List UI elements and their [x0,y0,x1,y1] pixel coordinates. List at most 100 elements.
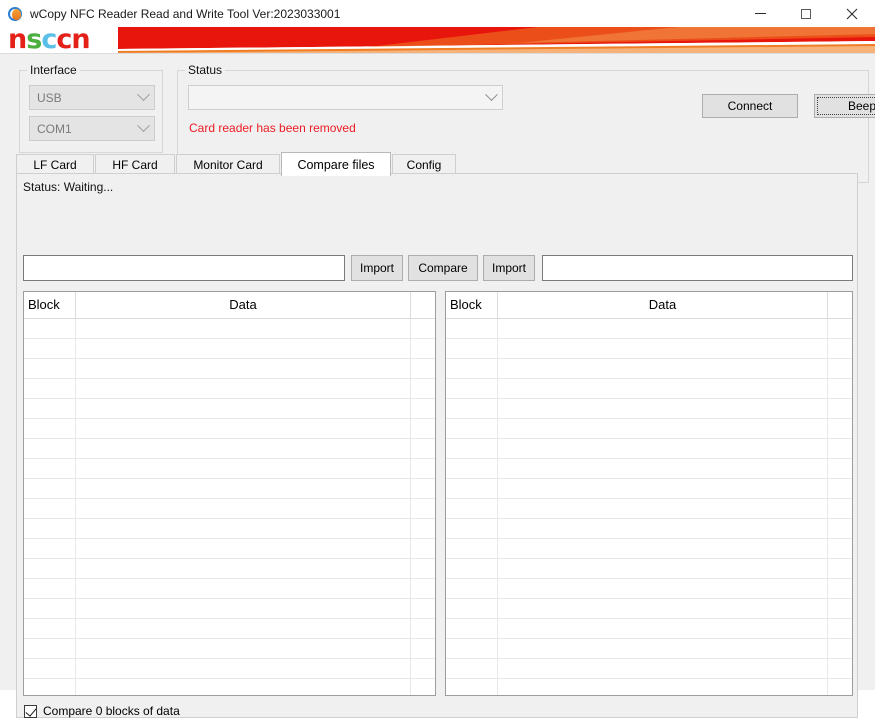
left-cell-block [24,359,76,378]
table-row[interactable] [24,519,435,539]
left-cell-block [24,659,76,678]
right-cell-block [446,399,498,418]
connect-button[interactable]: Connect [702,94,798,118]
table-row[interactable] [446,539,852,559]
right-cell-block [446,519,498,538]
left-cell-block [24,439,76,458]
table-row[interactable] [446,319,852,339]
right-cell-block [446,359,498,378]
tab-lf-card[interactable]: LF Card [16,154,94,175]
interface-type-value: USB [30,91,132,105]
left-cell-data [76,499,411,518]
table-row[interactable] [446,599,852,619]
table-row[interactable] [446,459,852,479]
table-row[interactable] [446,679,852,696]
table-row[interactable] [446,419,852,439]
right-cell-block [446,499,498,518]
right-col-block: Block [446,292,498,318]
table-row[interactable] [24,339,435,359]
table-row[interactable] [24,619,435,639]
table-row[interactable] [24,359,435,379]
right-cell-extra [828,499,852,518]
tab-label: HF Card [112,158,157,172]
import-left-button[interactable]: Import [351,255,403,281]
left-col-data: Data [76,292,411,318]
right-cell-extra [828,439,852,458]
table-row[interactable] [24,639,435,659]
table-row[interactable] [446,499,852,519]
right-cell-block [446,379,498,398]
table-row[interactable] [446,339,852,359]
table-row[interactable] [446,659,852,679]
table-row[interactable] [24,379,435,399]
table-row[interactable] [24,399,435,419]
minimize-icon [755,13,766,14]
right-col-extra [828,292,852,318]
table-row[interactable] [24,459,435,479]
table-row[interactable] [446,359,852,379]
table-row[interactable] [446,619,852,639]
left-cell-extra [411,679,435,696]
table-row[interactable] [24,499,435,519]
table-row[interactable] [446,399,852,419]
tab-config[interactable]: Config [392,154,456,175]
table-row[interactable] [446,519,852,539]
compare-blocks-checkbox[interactable]: Compare 0 blocks of data [24,704,180,718]
table-row[interactable] [24,559,435,579]
table-row[interactable] [24,439,435,459]
table-row[interactable] [24,479,435,499]
interface-port-combo[interactable]: COM1 [29,116,155,141]
interface-type-combo[interactable]: USB [29,85,155,110]
table-row[interactable] [24,659,435,679]
table-row[interactable] [446,439,852,459]
compare-button[interactable]: Compare [408,255,478,281]
tab-monitor-card[interactable]: Monitor Card [176,154,280,175]
logo-letter-3: c [56,27,71,53]
checkbox-box[interactable] [24,705,37,718]
minimize-button[interactable] [737,0,783,27]
table-row[interactable] [446,559,852,579]
table-row[interactable] [24,579,435,599]
left-data-grid[interactable]: Block Data [23,291,436,696]
status-message: Card reader has been removed [189,121,356,135]
table-row[interactable] [24,679,435,696]
beep-button[interactable]: Beep [814,94,875,118]
right-cell-data [498,399,828,418]
status-combo[interactable] [188,85,503,110]
tab-hf-card[interactable]: HF Card [95,154,175,175]
right-cell-extra [828,339,852,358]
right-cell-data [498,419,828,438]
close-icon [846,8,858,20]
right-cell-data [498,599,828,618]
right-file-path-input[interactable] [542,255,853,281]
right-grid-body [446,319,852,696]
left-cell-extra [411,599,435,618]
left-cell-data [76,659,411,678]
table-row[interactable] [446,579,852,599]
right-cell-block [446,439,498,458]
table-row[interactable] [446,379,852,399]
right-cell-extra [828,319,852,338]
table-row[interactable] [24,319,435,339]
left-cell-data [76,479,411,498]
left-cell-extra [411,339,435,358]
left-cell-block [24,579,76,598]
import-right-label: Import [492,261,526,275]
tab-compare-files[interactable]: Compare files [281,152,391,176]
left-cell-extra [411,379,435,398]
left-cell-block [24,479,76,498]
table-row[interactable] [446,639,852,659]
left-file-path-input[interactable] [23,255,345,281]
table-row[interactable] [24,419,435,439]
right-cell-data [498,479,828,498]
table-row[interactable] [24,599,435,619]
close-button[interactable] [829,0,875,27]
right-data-grid[interactable]: Block Data [445,291,853,696]
tab-label: Compare files [297,158,374,172]
left-cell-block [24,399,76,418]
table-row[interactable] [446,479,852,499]
right-cell-block [446,619,498,638]
table-row[interactable] [24,539,435,559]
import-right-button[interactable]: Import [483,255,535,281]
maximize-button[interactable] [783,0,829,27]
